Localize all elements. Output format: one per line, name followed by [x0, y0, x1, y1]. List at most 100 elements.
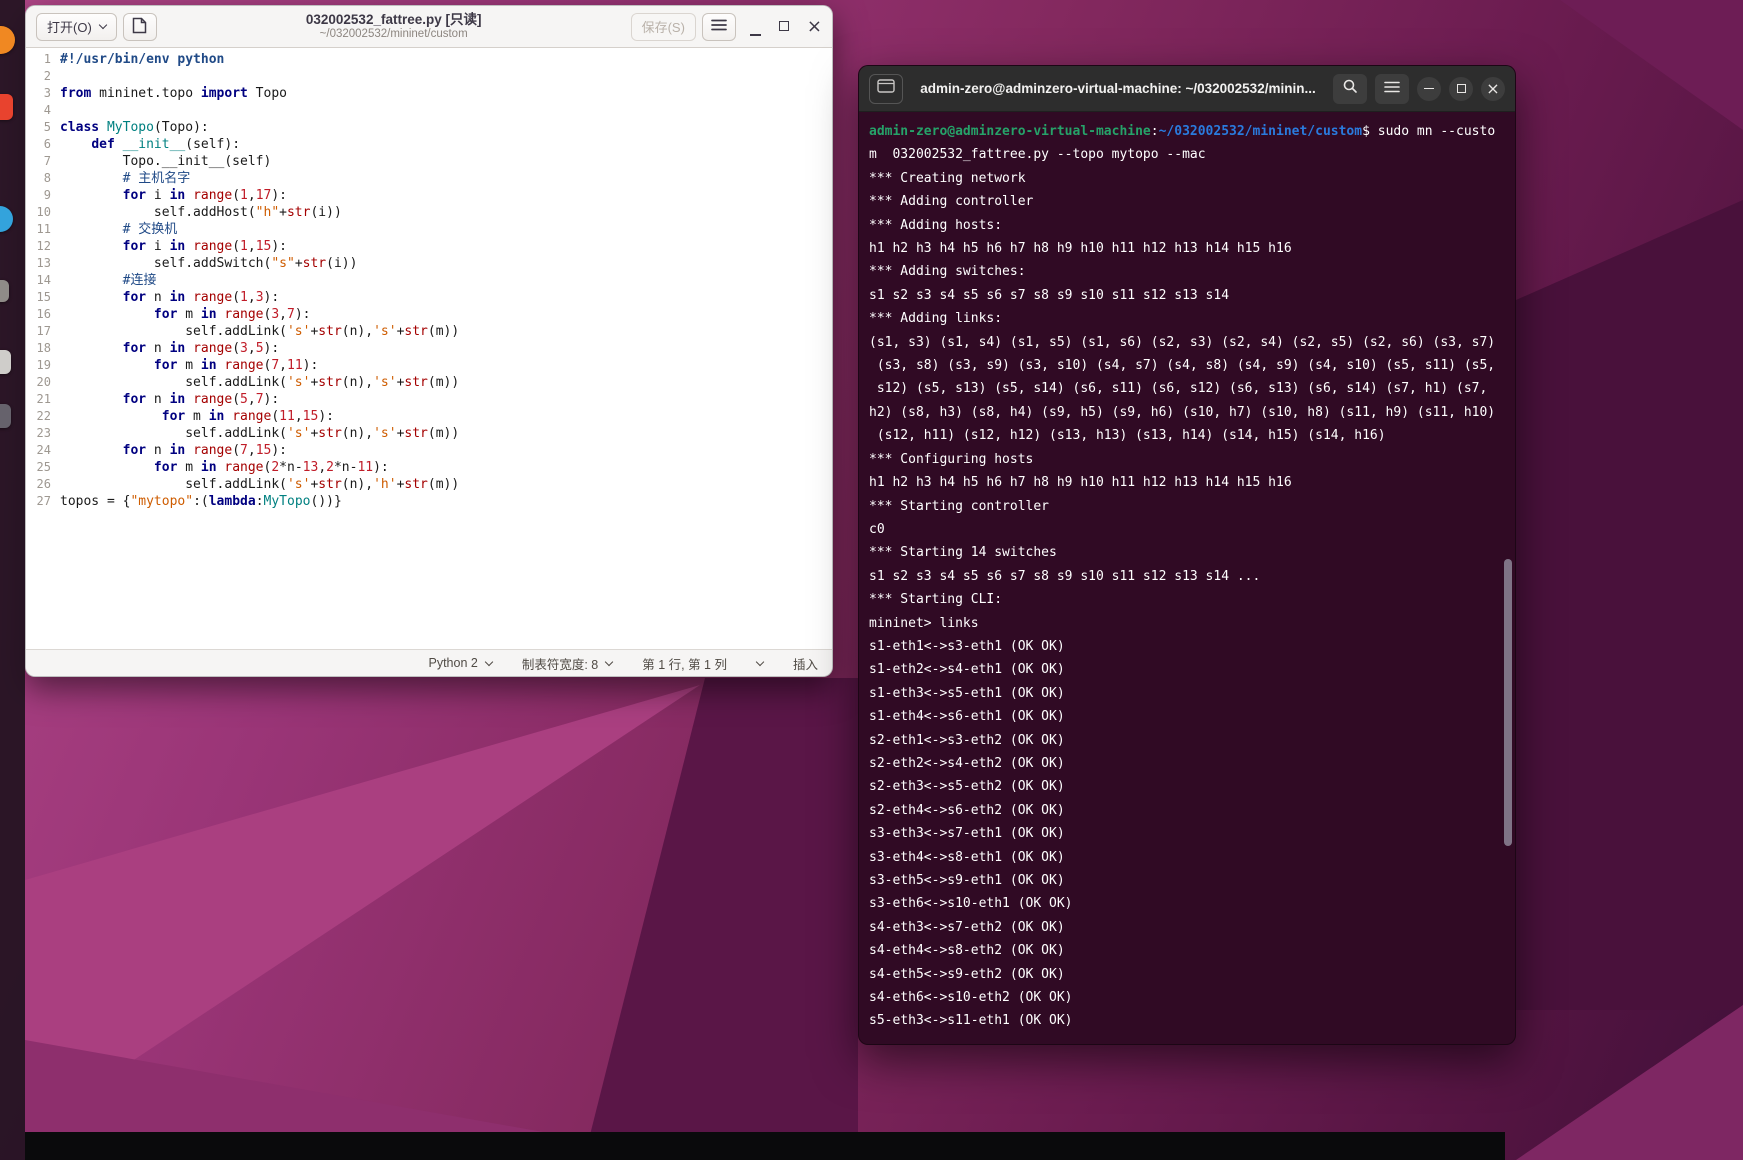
terminal-line: s2-eth1<->s3-eth2 (OK OK)	[869, 732, 1065, 748]
terminal-line: (s1, s3) (s1, s4) (s1, s5) (s1, s6) (s2,…	[869, 334, 1496, 350]
line-number: 5	[43, 120, 51, 134]
terminal-line: c0	[869, 521, 885, 537]
terminal-line: s3-eth3<->s7-eth1 (OK OK)	[869, 826, 1065, 842]
terminal-line: *** Adding hosts:	[869, 217, 1003, 233]
terminal-line: s1 s2 s3 s4 s5 s6 s7 s8 s9 s10 s11 s12 s…	[869, 568, 1261, 584]
code-line: 16 for m in range(3,7):	[26, 306, 832, 323]
terminal-line: *** Configuring hosts	[869, 451, 1034, 467]
code-line: 2	[26, 68, 832, 85]
code-line: 27 topos = {"mytopo":(lambda:MyTopo())}	[26, 493, 832, 510]
code-line: 24 for n in range(7,15):	[26, 442, 832, 459]
new-tab-button[interactable]	[869, 73, 903, 104]
dock-app-blue-icon[interactable]	[0, 206, 13, 232]
terminal-line: m 032002532_fattree.py --topo mytopo --m…	[869, 147, 1206, 163]
search-button[interactable]	[1333, 73, 1367, 104]
code-line: 5 class MyTopo(Topo):	[26, 119, 832, 136]
line-number: 18	[36, 341, 51, 355]
terminal-line: s2-eth4<->s6-eth2 (OK OK)	[869, 802, 1065, 818]
terminal-line: s3-eth4<->s8-eth1 (OK OK)	[869, 849, 1065, 865]
window-title: 032002532_fattree.py [只读] ~/032002532/mi…	[163, 12, 625, 42]
terminal-line: s4-eth4<->s8-eth2 (OK OK)	[869, 943, 1065, 959]
dock-app-red-icon[interactable]	[0, 94, 13, 120]
terminal-line: s1-eth4<->s6-eth1 (OK OK)	[869, 709, 1065, 725]
code-line: 20 self.addLink('s'+str(n),'s'+str(m))	[26, 374, 832, 391]
maximize-icon	[778, 20, 789, 31]
cursor-position-label: 第 1 行, 第 1 列	[642, 657, 727, 672]
code-line: 4	[26, 102, 832, 119]
close-button[interactable]: ×	[1481, 76, 1505, 101]
terminal-line: (s3, s8) (s3, s9) (s3, s10) (s4, s7) (s4…	[869, 358, 1496, 374]
tab-width-selector[interactable]: 制表符宽度: 8	[522, 654, 614, 673]
minimize-button[interactable]	[1417, 76, 1441, 101]
hamburger-icon	[1384, 80, 1400, 98]
dock-app-orange-icon[interactable]	[0, 26, 15, 54]
editor-text-area[interactable]: 1 #!/usr/bin/env python 2 3 from mininet.top…	[26, 48, 832, 649]
dock-app-gray1-icon[interactable]	[0, 280, 9, 302]
terminal-headerbar: admin-zero@adminzero-virtual-machine: ~/…	[859, 66, 1515, 112]
code-line: 6 def __init__(self):	[26, 136, 832, 153]
search-icon	[1342, 78, 1358, 99]
line-number: 25	[36, 460, 51, 474]
terminal-line: *** Adding switches:	[869, 264, 1026, 280]
gedit-headerbar: 打开(O) 032002532_fattree.py [只读] ~/032002…	[26, 6, 832, 48]
line-number: 16	[36, 307, 51, 321]
chevron-down-icon	[755, 657, 765, 666]
terminal-title: admin-zero@adminzero-virtual-machine: ~/…	[920, 81, 1316, 96]
terminal-scrollbar[interactable]	[1504, 559, 1512, 846]
terminal-line: (s12, h11) (s12, h12) (s13, h13) (s13, h…	[869, 428, 1386, 444]
code-line: 17 self.addLink('s'+str(n),'s'+str(m))	[26, 323, 832, 340]
code-line: 19 for m in range(7,11):	[26, 357, 832, 374]
terminal-line: h1 h2 h3 h4 h5 h6 h7 h8 h9 h10 h11 h12 h…	[869, 475, 1292, 491]
code-line: 21 for n in range(5,7):	[26, 391, 832, 408]
line-number: 2	[43, 69, 51, 83]
maximize-button[interactable]	[1449, 76, 1473, 101]
line-number: 20	[36, 375, 51, 389]
code-line: 22 for m in range(11,15):	[26, 408, 832, 425]
terminal-line: *** Starting 14 switches	[869, 545, 1057, 561]
terminal-line: s5-eth3<->s11-eth1 (OK OK)	[869, 1013, 1073, 1029]
terminal-line: *** Creating network	[869, 170, 1026, 186]
code-line: 15 for n in range(1,3):	[26, 289, 832, 306]
terminal-line: h1 h2 h3 h4 h5 h6 h7 h8 h9 h10 h11 h12 h…	[869, 241, 1292, 257]
maximize-button[interactable]	[778, 18, 789, 36]
close-button[interactable]: ×	[807, 17, 822, 35]
gedit-window: 打开(O) 032002532_fattree.py [只读] ~/032002…	[25, 5, 833, 677]
minimize-button[interactable]	[749, 18, 761, 36]
code-line: 3 from mininet.topo import Topo	[26, 85, 832, 102]
line-number: 10	[36, 205, 51, 219]
open-button[interactable]: 打开(O)	[36, 12, 117, 41]
line-number: 11	[36, 222, 51, 236]
line-number: 7	[43, 154, 51, 168]
line-number: 17	[36, 324, 51, 338]
code-line: 13 self.addSwitch("s"+str(i))	[26, 255, 832, 272]
input-mode-label: 插入	[792, 657, 818, 672]
code-line: 23 self.addLink('s'+str(n),'s'+str(m))	[26, 425, 832, 442]
dock-app-gray3-icon[interactable]	[0, 404, 11, 428]
menu-button[interactable]	[1375, 73, 1409, 104]
menu-button[interactable]	[701, 12, 736, 41]
code-line: 9 for i in range(1,17):	[26, 187, 832, 204]
maximize-icon	[1456, 84, 1466, 93]
terminal-line: s1-eth1<->s3-eth1 (OK OK)	[869, 638, 1065, 654]
code-line: 7 Topo.__init__(self)	[26, 153, 832, 170]
dock	[0, 0, 25, 1160]
cursor-position-button[interactable]: 第 1 行, 第 1 列	[642, 654, 727, 673]
terminal-line: *** Starting CLI:	[869, 592, 1003, 608]
line-number: 27	[36, 494, 51, 508]
new-document-button[interactable]	[122, 12, 157, 41]
line-number: 26	[36, 477, 51, 491]
line-number: 8	[43, 171, 51, 185]
minimize-icon	[1424, 87, 1434, 90]
language-selector[interactable]: Python 2	[428, 656, 494, 670]
chevron-down-icon	[604, 657, 614, 666]
dock-app-gray2-icon[interactable]	[0, 350, 11, 374]
terminal-line: s1-eth2<->s4-eth1 (OK OK)	[869, 662, 1065, 678]
language-label: Python 2	[428, 656, 478, 670]
terminal-line: s1 s2 s3 s4 s5 s6 s7 s8 s9 s10 s11 s12 s…	[869, 287, 1230, 303]
terminal-line: mininet> links	[869, 615, 979, 631]
terminal-tab-icon	[877, 79, 895, 98]
save-button[interactable]: 保存(S)	[630, 12, 696, 41]
terminal-line: *** Adding links:	[869, 311, 1003, 327]
code-line: 1 #!/usr/bin/env python	[26, 51, 832, 68]
terminal-output[interactable]: admin-zero@adminzero-virtual-machine:~/0…	[859, 112, 1515, 1044]
